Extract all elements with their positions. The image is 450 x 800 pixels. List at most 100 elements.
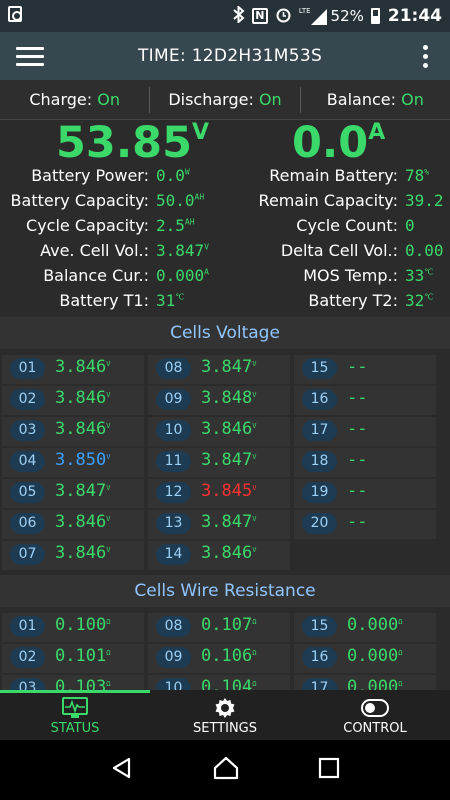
- cell-resistance-value: 0.100Ω: [55, 615, 111, 635]
- app-header: TIME: 12D2H31M53S: [0, 32, 450, 80]
- cell-resistance-cell: 16 0.000Ω: [292, 644, 436, 673]
- cell-voltage-cell: 07 3.846V: [0, 541, 144, 570]
- system-nav-bar: [0, 740, 450, 800]
- tab-control[interactable]: CONTROL: [300, 690, 450, 740]
- cell-voltage-value: 3.846V: [55, 543, 111, 563]
- cell-number-badge: 08: [156, 616, 191, 637]
- app-notification-icon: [8, 6, 22, 22]
- battery-percent: 52%: [330, 7, 364, 25]
- alarm-icon: [275, 6, 292, 27]
- cell-number-badge: 03: [10, 678, 45, 690]
- cell-number-badge: 14: [156, 544, 191, 565]
- left-info-label: Balance Cur.:: [43, 266, 149, 285]
- cell-resistance-cell: 10 0.104Ω: [146, 675, 290, 690]
- cell-number-badge: 16: [302, 647, 337, 668]
- cell-number-badge: 01: [10, 616, 45, 637]
- status-bar: N LTE 52% 21:44: [0, 0, 450, 32]
- more-options-icon[interactable]: [400, 32, 450, 80]
- cell-voltage-value: 3.846V: [55, 512, 111, 532]
- cell-voltage-cell: 11 3.847V: [146, 448, 290, 477]
- cell-number-badge: 07: [10, 544, 45, 565]
- cell-resistance-cell: 09 0.106Ω: [146, 644, 290, 673]
- cells-voltage-title: Cells Voltage: [0, 317, 450, 349]
- discharge-switch[interactable]: Discharge: On: [150, 90, 299, 109]
- right-info-value: 0: [405, 216, 415, 235]
- cell-number-badge: 01: [10, 358, 45, 379]
- clock: 21:44: [387, 6, 442, 26]
- cell-number-badge: 09: [156, 647, 191, 668]
- home-icon[interactable]: [213, 756, 239, 784]
- cell-voltage-cell: 02 3.846V: [0, 386, 144, 415]
- nfc-icon: N: [251, 8, 268, 24]
- right-info-label: Remain Capacity:: [258, 191, 398, 210]
- charge-switch[interactable]: Charge: On: [0, 90, 149, 109]
- monitor-pulse-icon: [62, 695, 88, 721]
- cell-number-badge: 18: [302, 451, 337, 472]
- switch-status-row: Charge: On Discharge: On Balance: On: [0, 80, 450, 120]
- right-info-value: 39.2: [405, 191, 444, 210]
- cell-resistance-value: 0.000Ω: [347, 646, 403, 666]
- cell-voltage-cell: 16 --: [292, 386, 436, 415]
- cell-voltage-cell: 17 --: [292, 417, 436, 446]
- cell-number-badge: 02: [10, 647, 45, 668]
- tab-settings[interactable]: SETTINGS: [150, 690, 300, 740]
- right-info-label: Cycle Count:: [296, 216, 398, 235]
- right-info-label: Remain Battery:: [269, 166, 398, 185]
- cell-voltage-cell: 15 --: [292, 355, 436, 384]
- cell-voltage-cell: 20 --: [292, 510, 436, 539]
- left-info-label: Battery Capacity:: [10, 191, 149, 210]
- cell-voltage-value: 3.846V: [201, 419, 257, 439]
- toggle-icon: [361, 695, 389, 721]
- cell-voltage-cell: 05 3.847V: [0, 479, 144, 508]
- right-info-value: 32℃: [405, 291, 434, 310]
- back-icon[interactable]: [110, 756, 134, 784]
- cell-voltage-cell: 12 3.845V: [146, 479, 290, 508]
- left-info-value: 31℃: [156, 291, 185, 310]
- right-info-label: Delta Cell Vol.:: [280, 241, 398, 260]
- cell-voltage-value: --: [347, 512, 368, 532]
- recents-icon[interactable]: [318, 757, 340, 783]
- cell-voltage-value: --: [347, 481, 368, 501]
- cell-voltage-value: --: [347, 450, 368, 470]
- cell-number-badge: 13: [156, 513, 191, 534]
- cell-voltage-value: 3.846V: [201, 543, 257, 563]
- cell-voltage-value: 3.848V: [201, 388, 257, 408]
- cell-number-badge: 09: [156, 389, 191, 410]
- left-info-value: 0.0W: [156, 166, 190, 185]
- cell-number-badge: 12: [156, 482, 191, 503]
- cell-voltage-value: --: [347, 419, 368, 439]
- cell-number-badge: 11: [156, 451, 191, 472]
- balance-switch[interactable]: Balance: On: [301, 90, 450, 109]
- tab-status[interactable]: STATUS: [0, 690, 150, 740]
- left-info-value: 0.000A: [156, 266, 209, 285]
- gear-icon: [213, 695, 237, 721]
- cell-number-badge: 17: [302, 420, 337, 441]
- page-title: TIME: 12D2H31M53S: [137, 46, 323, 66]
- cell-voltage-cell: 01 3.846V: [0, 355, 144, 384]
- cell-voltage-value: 3.845V: [201, 481, 257, 501]
- cell-number-badge: 15: [302, 358, 337, 379]
- cell-number-badge: 15: [302, 616, 337, 637]
- left-info-label: Battery T1:: [59, 291, 149, 310]
- right-info-label: MOS Temp.:: [303, 266, 398, 285]
- cell-resistance-value: 0.104Ω: [201, 677, 257, 690]
- cell-number-badge: 17: [302, 678, 337, 690]
- cell-voltage-value: 3.846V: [55, 419, 111, 439]
- cell-resistance-value: 0.000Ω: [347, 677, 403, 690]
- cell-voltage-value: --: [347, 357, 368, 377]
- cell-voltage-cell: 08 3.847V: [146, 355, 290, 384]
- cell-voltage-cell: 14 3.846V: [146, 541, 290, 570]
- cell-resistance-cell: 03 0.103Ω: [0, 675, 144, 690]
- cell-resistance-value: 0.000Ω: [347, 615, 403, 635]
- cell-voltage-cell: 10 3.846V: [146, 417, 290, 446]
- right-info-value: 78%: [405, 166, 430, 185]
- cell-resistance-cell: 08 0.107Ω: [146, 613, 290, 642]
- left-info-label: Ave. Cell Vol.:: [40, 241, 149, 260]
- total-current: 0.0A: [292, 118, 386, 168]
- cell-resistance-value: 0.103Ω: [55, 677, 111, 690]
- right-info-value: 33℃: [405, 266, 434, 285]
- cell-resistance-value: 0.107Ω: [201, 615, 257, 635]
- cell-voltage-value: 3.847V: [201, 357, 257, 377]
- menu-icon[interactable]: [0, 32, 60, 80]
- cell-voltage-value: 3.850V: [55, 450, 111, 470]
